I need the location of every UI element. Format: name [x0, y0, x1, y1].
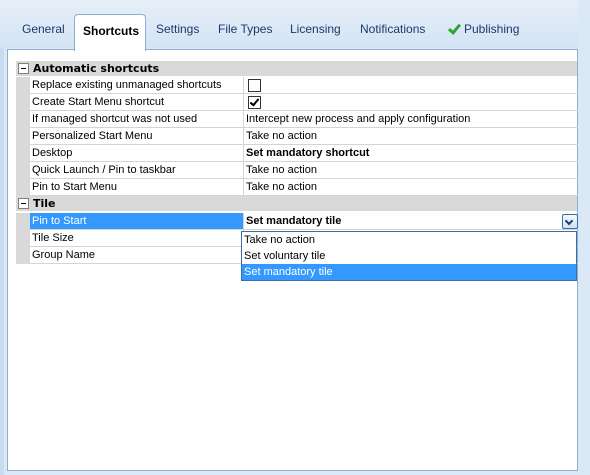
property-value[interactable]: Intercept new process and apply configur…: [244, 111, 579, 128]
row-quick-launch[interactable]: Quick Launch / Pin to taskbar Take no ac…: [16, 162, 579, 179]
category-label: Tile: [33, 197, 56, 210]
row-if-managed-not-used[interactable]: If managed shortcut was not used Interce…: [16, 111, 579, 128]
row-gutter: [16, 128, 30, 145]
property-name: Tile Size: [30, 230, 244, 247]
dropdown-option[interactable]: Set voluntary tile: [242, 248, 576, 264]
row-gutter: [16, 230, 30, 247]
tab-bar: General Shortcuts Settings File Types Li…: [0, 0, 590, 51]
tab-shortcuts[interactable]: Shortcuts: [74, 14, 146, 51]
row-desktop[interactable]: Desktop Set mandatory shortcut: [16, 145, 579, 162]
dropdown-option-selected[interactable]: Set mandatory tile: [242, 264, 576, 280]
row-create-start-menu[interactable]: Create Start Menu shortcut: [16, 94, 579, 111]
left-edge: [0, 48, 4, 475]
right-edge: [578, 0, 590, 475]
row-gutter: [16, 162, 30, 179]
row-gutter: [16, 213, 30, 230]
property-value[interactable]: [244, 94, 579, 111]
property-name: Pin to Start: [30, 213, 244, 230]
replace-existing-checkbox[interactable]: [248, 79, 261, 92]
row-pin-to-start-menu[interactable]: Pin to Start Menu Take no action: [16, 179, 579, 196]
tab-licensing[interactable]: Licensing: [290, 22, 341, 42]
property-value[interactable]: Set mandatory shortcut: [244, 145, 579, 162]
property-name: Personalized Start Menu: [30, 128, 244, 145]
category-tile[interactable]: Tile: [16, 196, 577, 211]
row-replace-existing[interactable]: Replace existing unmanaged shortcuts: [16, 77, 579, 94]
tab-notifications[interactable]: Notifications: [360, 22, 425, 42]
chevron-down-icon[interactable]: [562, 214, 578, 229]
dropdown-option[interactable]: Take no action: [242, 232, 576, 248]
collapse-icon[interactable]: [18, 63, 29, 74]
property-value[interactable]: Take no action: [244, 128, 579, 145]
property-value[interactable]: Take no action: [244, 179, 579, 196]
row-gutter: [16, 247, 30, 264]
tab-general[interactable]: General: [22, 22, 65, 42]
tab-file-types[interactable]: File Types: [218, 22, 272, 42]
tab-file-types-label: File Types: [218, 22, 273, 36]
row-gutter: [16, 77, 30, 94]
category-automatic-shortcuts[interactable]: Automatic shortcuts: [16, 61, 577, 76]
tab-shortcuts-label: Shortcuts: [83, 24, 140, 38]
tab-settings-label: Settings: [156, 22, 200, 36]
property-name: Desktop: [30, 145, 244, 162]
row-gutter: [16, 179, 30, 196]
pin-to-start-select[interactable]: Set mandatory tile: [244, 213, 579, 230]
create-start-menu-checkbox[interactable]: [248, 96, 261, 109]
row-gutter: [16, 111, 30, 128]
row-pin-to-start[interactable]: Pin to Start Set mandatory tile: [16, 213, 579, 230]
tab-notifications-label: Notifications: [360, 22, 426, 36]
property-value[interactable]: Take no action: [244, 162, 579, 179]
pin-to-start-dropdown: Take no action Set voluntary tile Set ma…: [241, 231, 577, 281]
tab-settings[interactable]: Settings: [156, 22, 199, 42]
checkmark-icon: [249, 96, 260, 107]
tab-publishing-label: Publishing: [464, 22, 520, 36]
collapse-icon[interactable]: [18, 198, 29, 209]
check-icon: [448, 23, 460, 35]
property-name: Create Start Menu shortcut: [30, 94, 244, 111]
shortcuts-panel: Automatic shortcuts Replace existing unm…: [7, 49, 579, 471]
property-name: If managed shortcut was not used: [30, 111, 244, 128]
row-gutter: [16, 145, 30, 162]
property-value[interactable]: [244, 77, 579, 94]
tab-licensing-label: Licensing: [290, 22, 341, 36]
category-label: Automatic shortcuts: [33, 62, 160, 75]
tab-publishing[interactable]: Publishing: [448, 22, 519, 42]
property-name: Quick Launch / Pin to taskbar: [30, 162, 244, 179]
row-gutter: [16, 94, 30, 111]
property-name: Pin to Start Menu: [30, 179, 244, 196]
tab-general-label: General: [22, 22, 65, 36]
property-name: Group Name: [30, 247, 244, 264]
select-value: Set mandatory tile: [246, 215, 342, 227]
property-name: Replace existing unmanaged shortcuts: [30, 77, 244, 94]
row-personalized-start-menu[interactable]: Personalized Start Menu Take no action: [16, 128, 579, 145]
